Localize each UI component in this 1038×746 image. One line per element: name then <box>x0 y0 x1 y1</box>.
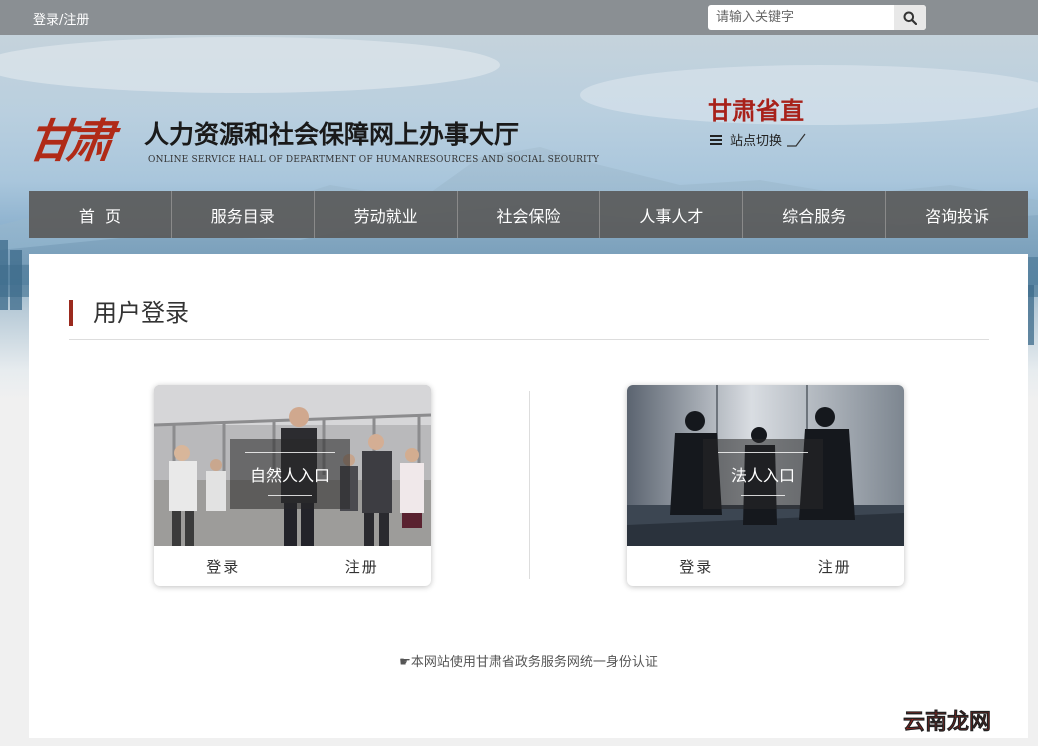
site-title: 人力资源和社会保障网上办事大厅 <box>144 120 520 149</box>
top-bar: 登录/注册 <box>0 0 1038 35</box>
natural-person-photo[interactable]: 自然人入口 <box>154 385 431 546</box>
identity-auth-note: ☛本网站使用甘肃省政务服务网统一身份认证 <box>399 655 658 670</box>
natural-person-login-button[interactable]: 登录 <box>154 546 293 586</box>
slash-decoration-icon <box>787 133 806 147</box>
legal-entity-title: 法人入口 <box>730 466 795 485</box>
legal-entity-login-button[interactable]: 登录 <box>627 546 766 586</box>
legal-entity-entry[interactable]: 法人入口 <box>703 439 823 509</box>
main-nav: 首 页 服务目录 劳动就业 社会保险 人事人才 综合服务 咨询投诉 <box>29 191 1028 238</box>
overlay-line-top <box>245 452 335 453</box>
natural-person-title: 自然人入口 <box>249 466 330 485</box>
switch-site-label: 站点切换 <box>730 134 783 149</box>
search-box <box>708 5 926 30</box>
menu-icon <box>710 134 722 145</box>
site-subtitle: ONLINE SERVICE HALL OF DEPARTMENT OF HUM… <box>148 155 600 165</box>
natural-person-actions: 登录 注册 <box>154 546 431 586</box>
natural-person-card: 自然人入口 登录 注册 <box>154 385 431 586</box>
watermark-logo: 云南龙网 <box>903 710 992 736</box>
region-name: 甘肃省直 <box>708 97 804 125</box>
nav-item-social-insurance[interactable]: 社会保险 <box>458 191 601 238</box>
overlay-line-top <box>718 452 808 453</box>
nav-item-home[interactable]: 首 页 <box>29 191 172 238</box>
nav-item-service-catalog[interactable]: 服务目录 <box>172 191 315 238</box>
switch-site-button[interactable]: 站点切换 <box>710 130 806 149</box>
nav-item-consult-complaint[interactable]: 咨询投诉 <box>886 191 1028 238</box>
search-icon <box>903 11 917 25</box>
center-divider <box>529 391 530 579</box>
legal-entity-photo[interactable]: 法人入口 <box>627 385 904 546</box>
overlay-line-bottom <box>741 495 785 496</box>
legal-entity-actions: 登录 注册 <box>627 546 904 586</box>
section-title: 用户登录 <box>69 300 189 326</box>
gansu-logo[interactable]: 甘肃 <box>23 105 112 171</box>
natural-person-entry[interactable]: 自然人入口 <box>230 439 350 509</box>
login-panel: 用户登录 自然人入口 登录 注册 法人入口 登录 注册 ☛本网站使用甘肃省政务服… <box>29 254 1028 738</box>
nav-item-personnel[interactable]: 人事人才 <box>600 191 744 238</box>
overlay-line-bottom <box>268 495 312 496</box>
login-register-link[interactable]: 登录/注册 <box>33 9 89 28</box>
legal-entity-register-button[interactable]: 注册 <box>766 546 905 586</box>
nav-item-general-services[interactable]: 综合服务 <box>743 191 887 238</box>
legal-entity-card: 法人入口 登录 注册 <box>627 385 904 586</box>
search-button[interactable] <box>894 5 926 30</box>
title-divider <box>69 339 989 340</box>
natural-person-register-button[interactable]: 注册 <box>293 546 432 586</box>
search-input[interactable] <box>708 5 894 30</box>
nav-item-employment[interactable]: 劳动就业 <box>315 191 458 238</box>
logo-area: 甘肃 人力资源和社会保障网上办事大厅 ONLINE SERVICE HALL O… <box>24 105 599 175</box>
